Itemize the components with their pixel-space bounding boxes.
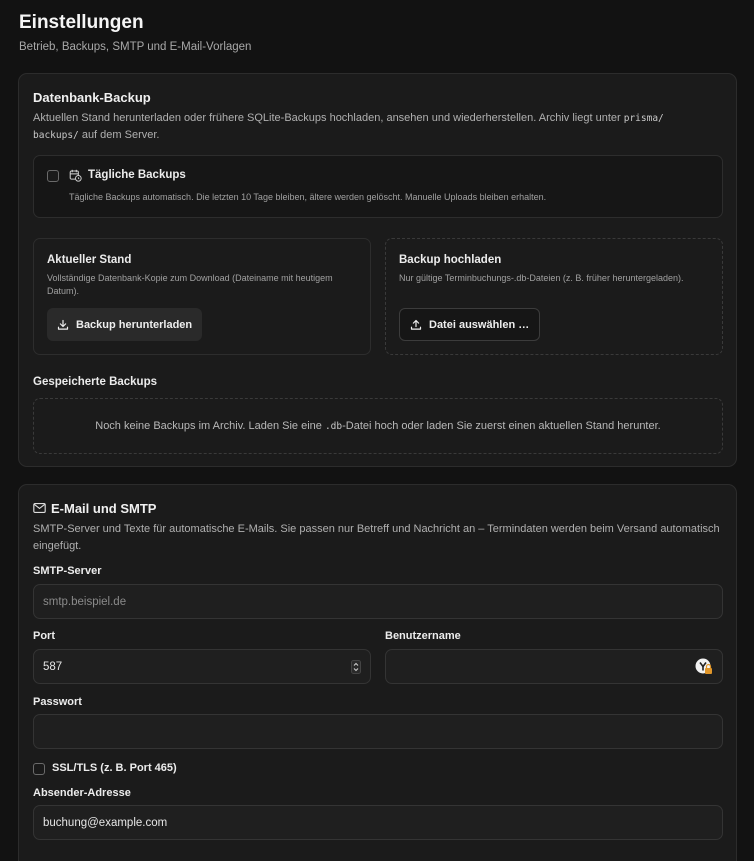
download-backup-label: Backup herunterladen	[76, 318, 193, 331]
saved-backups-empty-state: Noch keine Backups im Archiv. Laden Sie …	[33, 398, 723, 454]
smtp-server-input[interactable]	[43, 595, 713, 608]
sender-address-input[interactable]	[43, 816, 713, 829]
password-input[interactable]	[43, 725, 713, 738]
smtp-title: E-Mail und SMTP	[51, 501, 157, 516]
backup-path-code-2: backups/	[33, 130, 79, 141]
mail-icon	[33, 502, 46, 514]
choose-file-label: Datei auswählen …	[429, 318, 530, 331]
calendar-clock-icon	[69, 169, 82, 182]
upload-backup-description: Nur gültige Terminbuchungs-.db-Dateien (…	[399, 273, 684, 283]
sender-address-field[interactable]	[33, 805, 723, 840]
username-field[interactable]	[385, 649, 723, 684]
password-field[interactable]	[33, 714, 723, 749]
backup-card: Datenbank-Backup Aktuellen Stand herunte…	[18, 73, 737, 467]
smtp-server-field[interactable]	[33, 584, 723, 619]
backup-title: Datenbank-Backup	[33, 90, 151, 105]
sender-address-label: Absender-Adresse	[33, 787, 131, 799]
backup-path-code: prisma/	[623, 113, 664, 124]
spinner-icon[interactable]	[351, 659, 361, 674]
daily-backups-box: Tägliche Backups Tägliche Backups automa…	[33, 155, 723, 218]
port-value: 587	[43, 660, 63, 673]
password-manager-key-icon[interactable]	[695, 658, 713, 676]
backup-description: Aktuellen Stand herunterladen oder frühe…	[33, 112, 664, 141]
daily-backups-checkbox[interactable]	[47, 170, 59, 182]
password-label: Passwort	[33, 696, 82, 708]
daily-backups-description: Tägliche Backups automatisch. Die letzte…	[69, 192, 547, 202]
port-field[interactable]: 587	[33, 649, 371, 684]
current-state-description: Vollständige Datenbank-Kopie zum Downloa…	[47, 273, 333, 296]
saved-backups-empty-message: Noch keine Backups im Archiv. Laden Sie …	[95, 420, 661, 432]
upload-backup-title: Backup hochladen	[399, 254, 502, 266]
page-title: Einstellungen	[19, 12, 144, 33]
saved-backups-title: Gespeicherte Backups	[33, 376, 158, 388]
smtp-server-label: SMTP-Server	[33, 565, 102, 577]
upload-icon	[410, 319, 422, 330]
download-backup-button[interactable]: Backup herunterladen	[47, 308, 203, 341]
smtp-description: SMTP-Server und Texte für automatische E…	[33, 523, 720, 552]
choose-file-button[interactable]: Datei auswählen …	[399, 308, 541, 341]
username-label: Benutzername	[385, 630, 461, 642]
page-subtitle: Betrieb, Backups, SMTP und E-Mail-Vorlag…	[19, 41, 252, 53]
upload-backup-box: Backup hochladen Nur gültige Terminbuchu…	[385, 238, 723, 355]
smtp-card: E-Mail und SMTP SMTP-Server und Texte fü…	[18, 484, 737, 861]
current-state-box: Aktueller Stand Vollständige Datenbank-K…	[33, 238, 371, 355]
ssl-tls-label: SSL/TLS (z. B. Port 465)	[52, 762, 177, 774]
port-label: Port	[33, 630, 55, 642]
daily-backups-label: Tägliche Backups	[88, 169, 186, 181]
current-state-title: Aktueller Stand	[47, 254, 132, 266]
ssl-tls-checkbox[interactable]	[33, 763, 45, 775]
download-icon	[57, 319, 69, 330]
